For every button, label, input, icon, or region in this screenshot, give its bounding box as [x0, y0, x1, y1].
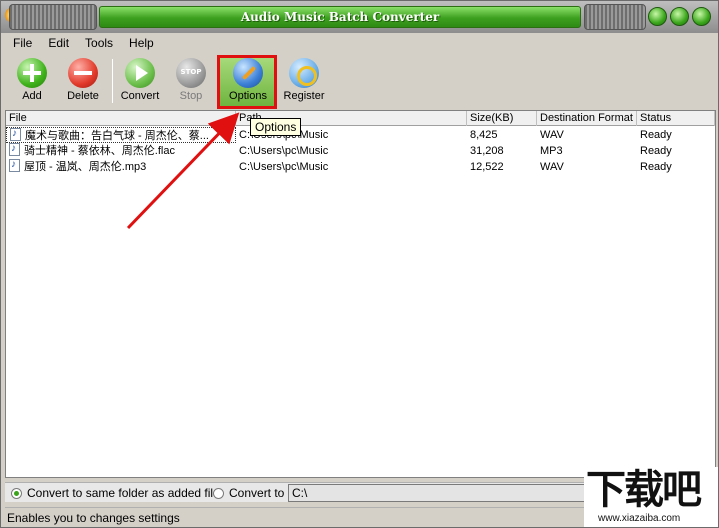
title-center: Audio Music Batch Converter [99, 6, 581, 28]
register-button[interactable]: Register [279, 55, 329, 107]
file-name: 骑士精神 - 蔡依林、周杰伦.flac [24, 145, 175, 157]
wrench-icon [233, 58, 263, 88]
path-cell: C:\Users\pc\Music [239, 145, 329, 157]
delete-icon [68, 58, 98, 88]
file-cell: 魔术与歌曲：告白气球 - 周杰伦、蔡... [6, 127, 236, 143]
file-name: 魔术与歌曲：告白气球 - 周杰伦、蔡... [25, 130, 209, 142]
menu-bar: File Edit Tools Help [5, 35, 162, 53]
add-button[interactable]: Add [7, 55, 57, 107]
play-icon [125, 58, 155, 88]
menu-help[interactable]: Help [121, 35, 162, 53]
table-row[interactable]: 屋顶 - 温岚、周杰伦.mp3 C:\Users\pc\Music 12,522… [6, 159, 715, 175]
close-button[interactable] [692, 7, 711, 26]
column-header-status[interactable]: Status [637, 111, 715, 126]
file-list[interactable]: File Path Size(KB) Destination Format St… [5, 110, 716, 478]
delete-button[interactable]: Delete [58, 55, 108, 107]
size-cell: 12,522 [470, 161, 504, 173]
audio-file-icon [10, 128, 21, 142]
window-title: Audio Music Batch Converter [240, 10, 440, 24]
status-text: Enables you to changes settings [7, 511, 180, 525]
menu-tools[interactable]: Tools [77, 35, 121, 53]
title-bar[interactable]: Audio Music Batch Converter [1, 1, 718, 33]
toolbar: Add Delete Convert Stop Options Register [5, 55, 711, 107]
delete-label: Delete [67, 90, 99, 102]
path-cell: C:\Users\pc\Music [239, 161, 329, 173]
file-cell: 骑士精神 - 蔡依林、周杰伦.flac [6, 143, 236, 159]
convert-label: Convert [120, 90, 160, 102]
format-cell: MP3 [540, 145, 563, 157]
status-cell: Ready [640, 145, 672, 157]
format-cell: WAV [540, 161, 564, 173]
add-label: Add [22, 90, 42, 102]
options-button[interactable]: Options [222, 55, 274, 107]
stop-label: Stop [179, 90, 203, 102]
minimize-button[interactable] [648, 7, 667, 26]
convert-to-radio[interactable] [213, 488, 224, 499]
column-header-format[interactable]: Destination Format [537, 111, 637, 126]
key-icon [289, 58, 319, 88]
table-row[interactable]: 骑士精神 - 蔡依林、周杰伦.flac C:\Users\pc\Music 31… [6, 143, 715, 159]
watermark: 下载吧 www.xiazaiba.com [584, 467, 718, 527]
stop-button[interactable]: Stop [166, 55, 216, 107]
register-label: Register [283, 90, 325, 102]
file-name: 屋顶 - 温岚、周杰伦.mp3 [24, 161, 147, 173]
same-folder-radio[interactable] [11, 488, 22, 499]
menu-file[interactable]: File [5, 35, 40, 53]
title-grip-right [584, 4, 646, 30]
same-folder-label[interactable]: Convert to same folder as added file [27, 486, 220, 500]
convert-button[interactable]: Convert [115, 55, 165, 107]
window-controls [648, 7, 711, 26]
add-icon [17, 58, 47, 88]
app-window: Audio Music Batch Converter File Edit To… [0, 0, 719, 528]
options-label: Options [229, 90, 267, 102]
list-header: File Path Size(KB) Destination Format St… [6, 111, 715, 126]
convert-to-label[interactable]: Convert to [229, 486, 284, 500]
title-grip-left [9, 4, 97, 30]
maximize-button[interactable] [670, 7, 689, 26]
options-tooltip: Options [250, 118, 302, 136]
status-cell: Ready [640, 129, 672, 141]
status-cell: Ready [640, 161, 672, 173]
toolbar-separator [112, 59, 113, 103]
table-row[interactable]: 魔术与歌曲：告白气球 - 周杰伦、蔡... C:\Users\pc\Music … [6, 127, 715, 143]
column-header-size[interactable]: Size(KB) [467, 111, 537, 126]
size-cell: 8,425 [470, 129, 498, 141]
audio-file-icon [9, 159, 20, 173]
column-header-file[interactable]: File [6, 111, 236, 126]
stop-icon [176, 58, 206, 88]
watermark-logo: 下载吧 [586, 467, 702, 513]
file-cell: 屋顶 - 温岚、周杰伦.mp3 [6, 159, 236, 175]
watermark-url: www.xiazaiba.com [598, 513, 681, 524]
audio-file-icon [9, 143, 20, 157]
output-path-input[interactable]: C:\ [288, 484, 588, 502]
format-cell: WAV [540, 129, 564, 141]
size-cell: 31,208 [470, 145, 504, 157]
menu-edit[interactable]: Edit [40, 35, 77, 53]
